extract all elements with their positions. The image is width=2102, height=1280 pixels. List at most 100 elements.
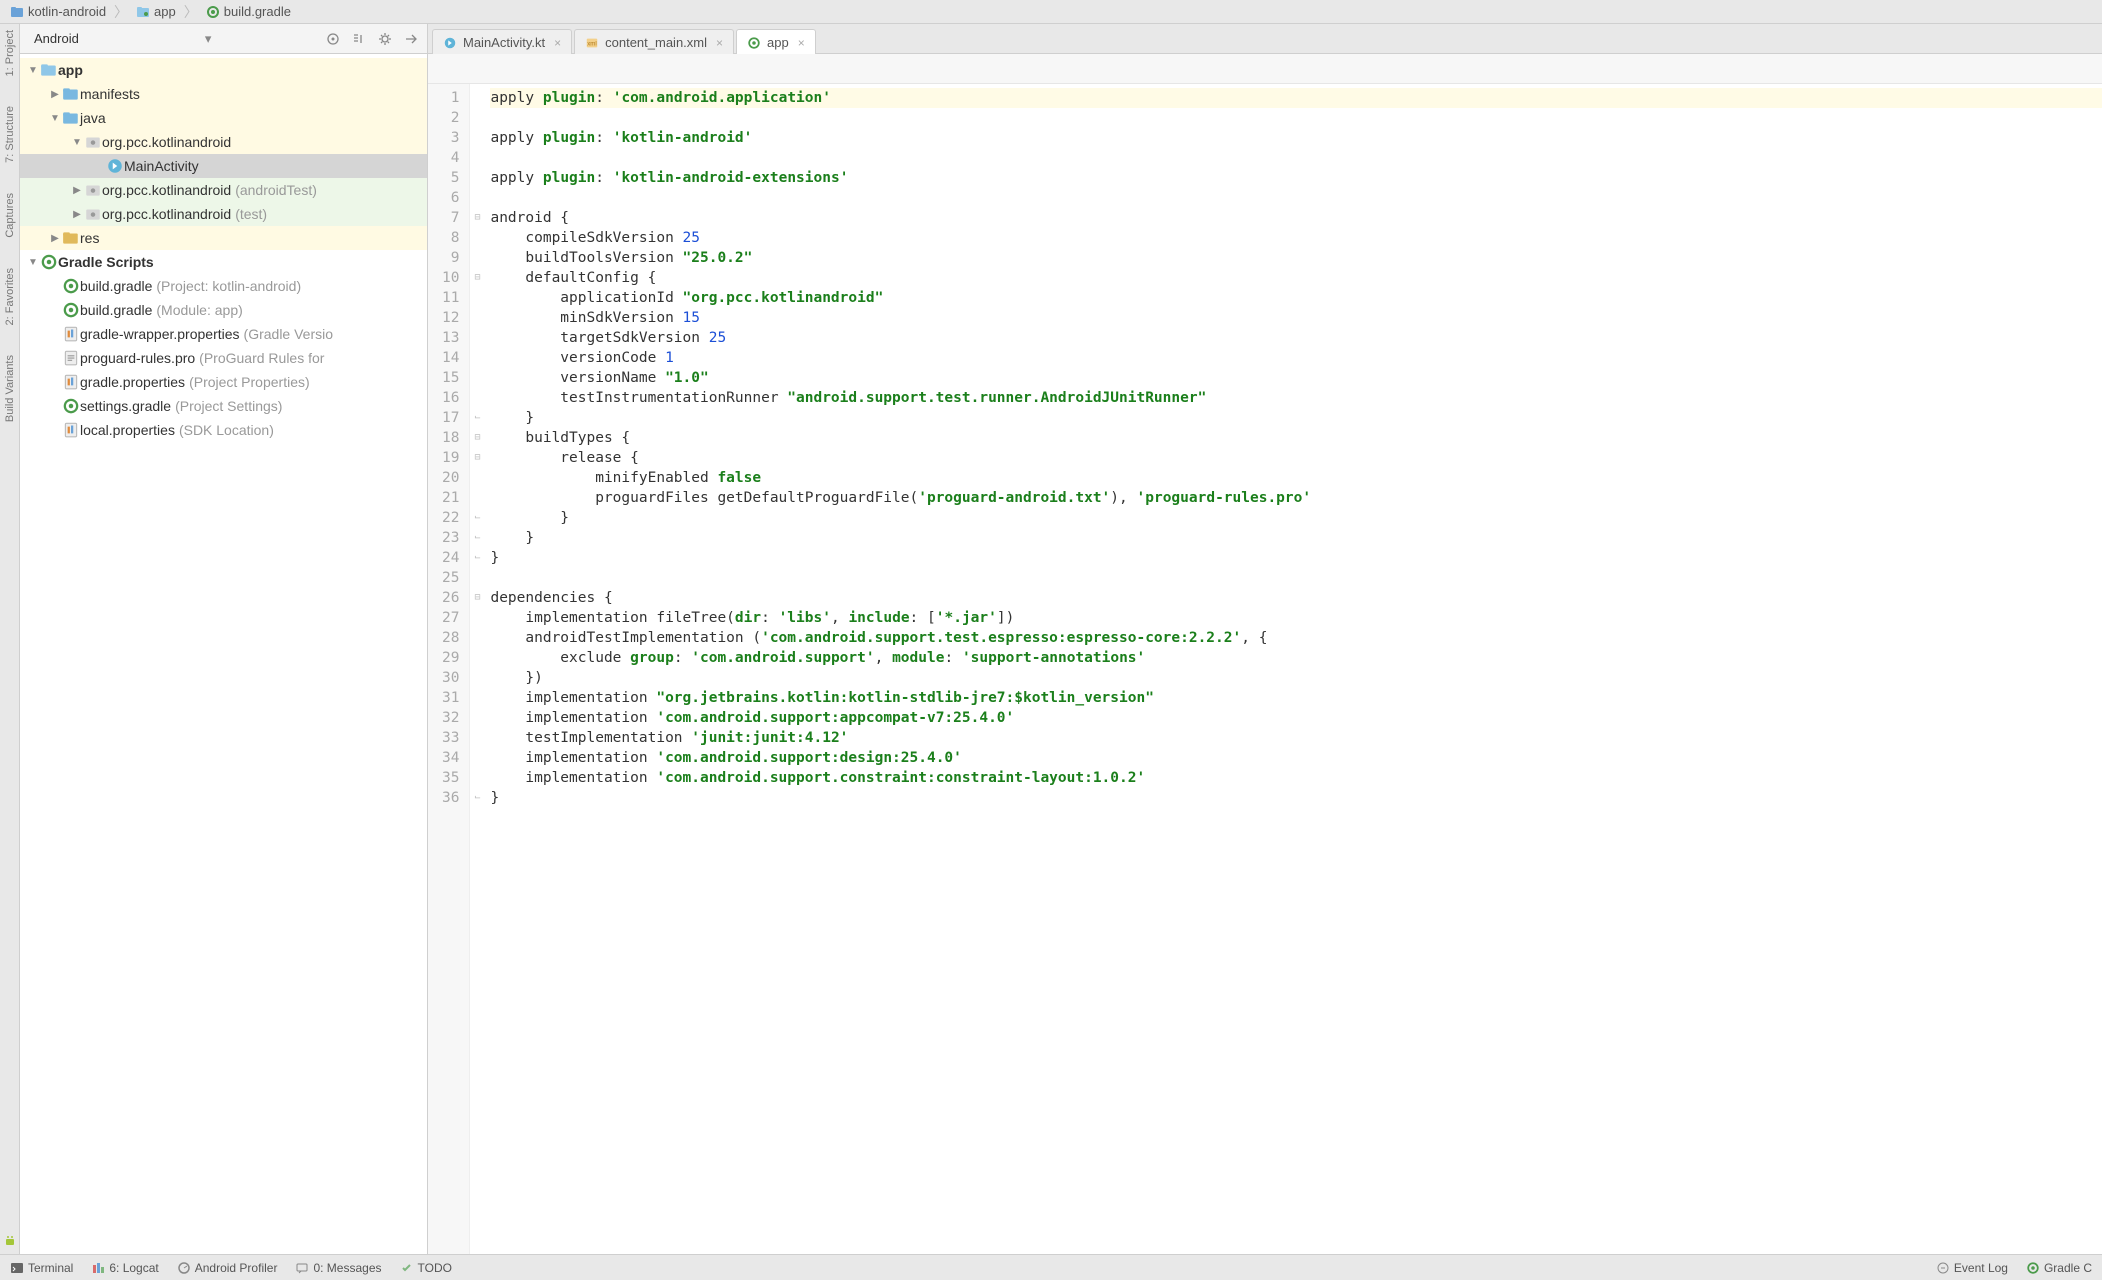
code-line[interactable]: apply plugin: 'kotlin-android-extensions… [490,168,2102,188]
status-item-logcat[interactable]: 6: Logcat [91,1261,158,1275]
rail-tab-favorites[interactable]: 2: Favorites [4,268,16,325]
code-line[interactable]: implementation 'com.android.support:appc… [490,708,2102,728]
tree-row[interactable]: ▼java [20,106,427,130]
tree-arrow-icon[interactable]: ▶ [48,233,62,244]
code-line[interactable]: } [490,508,2102,528]
tree-arrow-icon[interactable]: ▼ [26,257,40,268]
code-line[interactable]: apply plugin: 'kotlin-android' [490,128,2102,148]
code-line[interactable]: applicationId "org.pcc.kotlinandroid" [490,288,2102,308]
breadcrumb-item-module[interactable]: app [132,2,180,21]
close-icon[interactable]: × [798,36,805,50]
code-line[interactable]: minifyEnabled false [490,468,2102,488]
chevron-down-icon[interactable]: ▾ [205,31,212,47]
code-editor[interactable]: 1234567891011121314151617181920212223242… [428,84,2102,1254]
status-item-terminal[interactable]: Terminal [10,1261,73,1275]
code-line[interactable]: testImplementation 'junit:junit:4.12' [490,728,2102,748]
fold-gutter[interactable]: ⊟⊟⌙⊟⊟⌙⌙⌙⊟⌙ [470,84,484,1254]
code-line[interactable]: proguardFiles getDefaultProguardFile('pr… [490,488,2102,508]
tree-item-note: (test) [235,206,267,222]
tree-row[interactable]: local.properties(SDK Location) [20,418,427,442]
status-item-label: TODO [418,1261,452,1275]
editor-tab[interactable]: MainActivity.kt× [432,29,572,54]
code-line[interactable]: exclude group: 'com.android.support', mo… [490,648,2102,668]
status-item-gradle[interactable]: Gradle C [2026,1261,2092,1275]
tree-arrow-icon[interactable]: ▶ [70,209,84,220]
tree-row[interactable]: settings.gradle(Project Settings) [20,394,427,418]
status-item-todo[interactable]: TODO [400,1261,452,1275]
tree-row[interactable]: gradle.properties(Project Properties) [20,370,427,394]
code-line[interactable]: implementation 'com.android.support:desi… [490,748,2102,768]
code-line[interactable] [490,108,2102,128]
editor-tabbar: MainActivity.kt×xmlcontent_main.xml×app× [428,24,2102,54]
tree-arrow-icon[interactable]: ▶ [70,185,84,196]
tree-arrow-icon[interactable]: ▼ [70,137,84,148]
code-line[interactable]: testInstrumentationRunner "android.suppo… [490,388,2102,408]
rail-tab-build-variants[interactable]: Build Variants [4,355,16,422]
code-line[interactable]: buildTypes { [490,428,2102,448]
code-line[interactable]: androidTestImplementation ('com.android.… [490,628,2102,648]
code-line[interactable]: implementation "org.jetbrains.kotlin:kot… [490,688,2102,708]
tree-row[interactable]: ▶res [20,226,427,250]
rail-tab-structure[interactable]: 7: Structure [4,106,16,163]
tree-row[interactable]: ▶org.pcc.kotlinandroid(androidTest) [20,178,427,202]
package-icon [84,182,102,198]
code-line[interactable]: buildToolsVersion "25.0.2" [490,248,2102,268]
tree-arrow-icon[interactable]: ▼ [48,113,62,124]
code-line[interactable]: defaultConfig { [490,268,2102,288]
tree-row[interactable]: build.gradle(Project: kotlin-android) [20,274,427,298]
tree-row[interactable]: MainActivity [20,154,427,178]
code-line[interactable] [490,148,2102,168]
close-icon[interactable]: × [716,36,723,50]
status-item-messages[interactable]: 0: Messages [295,1261,381,1275]
status-item-eventlog[interactable]: Event Log [1936,1261,2008,1275]
tree-row[interactable]: ▼Gradle Scripts [20,250,427,274]
code-line[interactable]: } [490,788,2102,808]
code-line[interactable]: targetSdkVersion 25 [490,328,2102,348]
gradle-icon [62,278,80,294]
tree-row[interactable]: gradle-wrapper.properties(Gradle Versio [20,322,427,346]
editor-tab[interactable]: app× [736,29,816,54]
code-line[interactable]: versionCode 1 [490,348,2102,368]
tree-row[interactable]: ▼org.pcc.kotlinandroid [20,130,427,154]
code-line[interactable]: implementation 'com.android.support.cons… [490,768,2102,788]
code-line[interactable]: compileSdkVersion 25 [490,228,2102,248]
code-line[interactable]: } [490,408,2102,428]
tree-row[interactable]: ▶manifests [20,82,427,106]
tree-arrow-icon[interactable]: ▼ [26,65,40,76]
code-line[interactable] [490,568,2102,588]
code-line[interactable]: dependencies { [490,588,2102,608]
close-icon[interactable]: × [554,36,561,50]
code-line[interactable]: release { [490,448,2102,468]
code-line[interactable]: }) [490,668,2102,688]
code-line[interactable]: minSdkVersion 15 [490,308,2102,328]
rail-tab-project[interactable]: 1: Project [4,30,16,76]
status-item-label: Android Profiler [195,1261,278,1275]
project-tree[interactable]: ▼app▶manifests▼java▼org.pcc.kotlinandroi… [20,54,427,1254]
locate-button[interactable] [325,31,341,47]
collapse-all-button[interactable] [351,31,367,47]
editor-tab[interactable]: xmlcontent_main.xml× [574,29,734,54]
code-line[interactable]: versionName "1.0" [490,368,2102,388]
tree-row[interactable]: proguard-rules.pro(ProGuard Rules for [20,346,427,370]
code-content[interactable]: apply plugin: 'com.android.application' … [484,84,2102,1254]
status-item-label: 0: Messages [313,1261,381,1275]
gear-icon[interactable] [377,31,393,47]
hide-button[interactable] [403,31,419,47]
tree-arrow-icon[interactable]: ▶ [48,89,62,100]
code-line[interactable] [490,188,2102,208]
messages-icon [295,1261,309,1275]
code-line[interactable]: } [490,548,2102,568]
breadcrumb-item-file[interactable]: build.gradle [202,2,295,21]
tree-row[interactable]: ▼app [20,58,427,82]
project-view-selector[interactable]: Android [34,31,79,46]
code-line[interactable]: } [490,528,2102,548]
tree-row[interactable]: ▶org.pcc.kotlinandroid(test) [20,202,427,226]
code-line[interactable]: apply plugin: 'com.android.application' [490,88,2102,108]
tree-row[interactable]: build.gradle(Module: app) [20,298,427,322]
rail-tab-captures[interactable]: Captures [4,193,16,238]
code-line[interactable]: android { [490,208,2102,228]
xml-icon: xml [585,36,599,50]
breadcrumb-item-project[interactable]: kotlin-android [6,2,110,21]
status-item-profiler[interactable]: Android Profiler [177,1261,278,1275]
code-line[interactable]: implementation fileTree(dir: 'libs', inc… [490,608,2102,628]
